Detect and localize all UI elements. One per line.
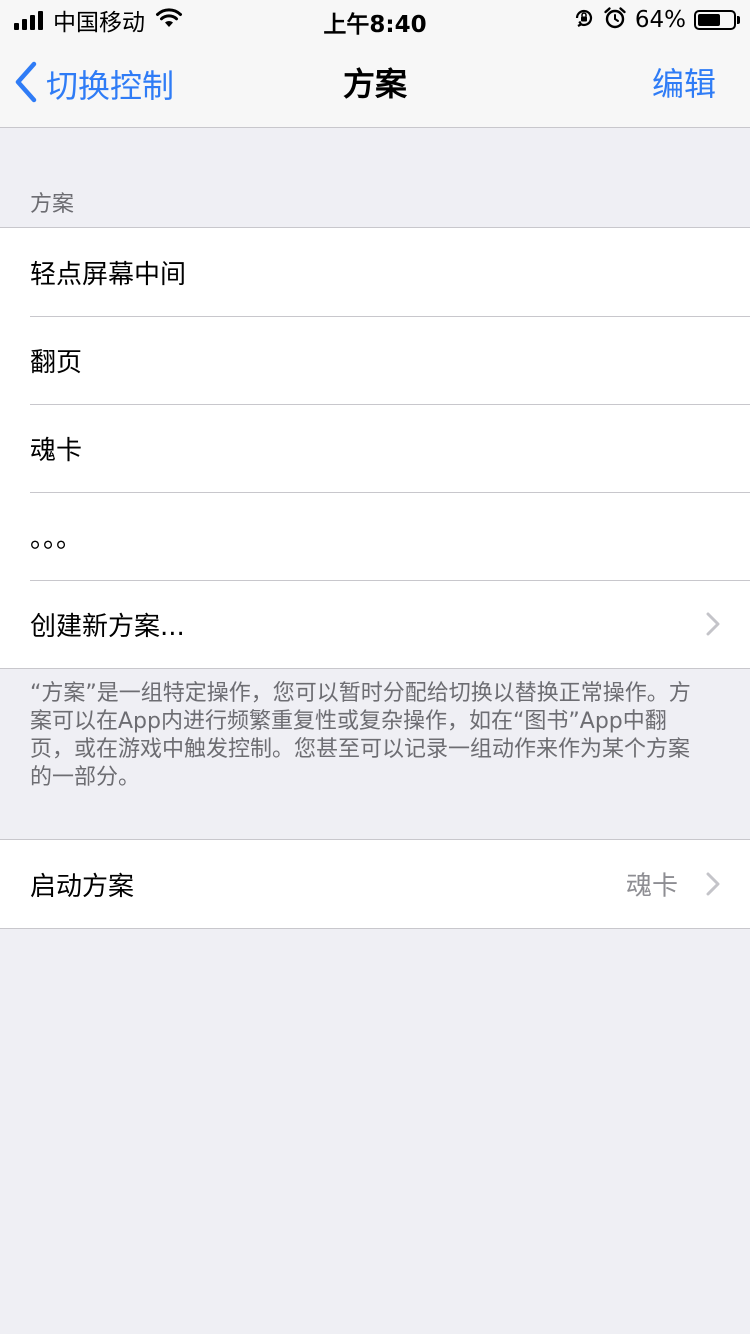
recipe-item[interactable]: 轻点屏幕中间	[0, 228, 750, 316]
recipes-section-header: 方案	[30, 192, 75, 217]
launch-recipe-group: 启动方案 魂卡	[0, 839, 750, 929]
recipes-footer-description: “方案”是一组特定操作，您可以暂时分配给切换以替换正常操作。方案可以在App内进…	[30, 681, 691, 790]
chevron-right-icon	[706, 612, 720, 636]
recipe-item[interactable]: 翻页	[0, 316, 750, 404]
battery-fill	[698, 14, 720, 26]
status-right: 64%	[573, 6, 740, 34]
recipe-item[interactable]: 。。。	[0, 492, 750, 580]
recipe-item-label: 。。。	[30, 523, 83, 554]
recipe-item[interactable]: 魂卡	[0, 404, 750, 492]
status-bar: 中国移动 上午8:40 64%	[0, 0, 750, 40]
recipe-item-label: 魂卡	[30, 435, 83, 466]
page-title: 方案	[342, 65, 407, 103]
orientation-lock-icon	[573, 7, 595, 33]
create-new-recipe-label: 创建新方案...	[30, 611, 185, 642]
create-new-recipe-row[interactable]: 创建新方案...	[0, 580, 750, 668]
launch-recipe-row[interactable]: 启动方案 魂卡	[0, 840, 750, 928]
launch-recipe-label: 启动方案	[30, 871, 135, 902]
battery-percent: 64%	[634, 7, 686, 33]
recipes-list: 轻点屏幕中间 翻页 魂卡 。。。 创建新方案...	[0, 227, 750, 669]
battery-cap	[737, 16, 740, 24]
edit-button[interactable]: 编辑	[652, 40, 716, 128]
chevron-right-icon	[706, 872, 720, 896]
recipe-item-label: 轻点屏幕中间	[30, 259, 187, 290]
alarm-icon	[603, 6, 627, 34]
battery-icon	[694, 10, 740, 30]
launch-recipe-value: 魂卡	[625, 871, 678, 902]
recipe-item-label: 翻页	[30, 347, 83, 378]
navigation-bar: 切换控制 方案 编辑	[0, 40, 750, 128]
